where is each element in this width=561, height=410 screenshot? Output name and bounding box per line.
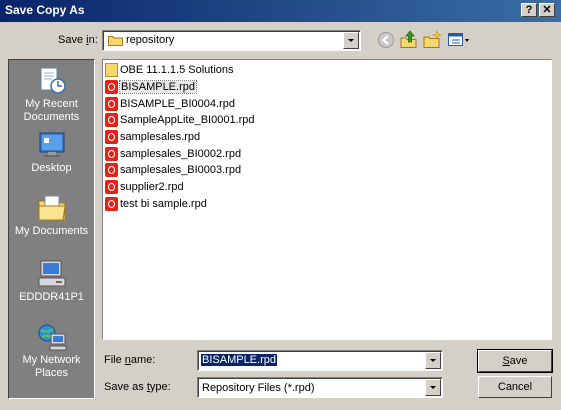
list-item[interactable]: BISAMPLE_BI0004.rpd (105, 96, 235, 112)
list-item[interactable]: OBE 11.1.1.5 Solutions (105, 62, 234, 78)
place-label: My Documents (14, 225, 89, 237)
save-in-value: repository (126, 34, 175, 46)
chevron-down-icon[interactable] (425, 352, 441, 369)
place-computer[interactable]: EDDDR41P1 (9, 259, 94, 304)
rpd-file-icon (105, 147, 118, 162)
folder-icon (105, 63, 118, 78)
rpd-file-icon (105, 97, 118, 112)
save-as-type-dropdown[interactable]: Repository Files (*.rpd) (197, 377, 443, 398)
file-name-value: BISAMPLE.rpd (201, 354, 277, 366)
list-item[interactable]: BISAMPLE.rpd (105, 79, 197, 95)
network-places-icon (36, 322, 68, 352)
place-my-documents[interactable]: My Documents (9, 193, 94, 238)
chevron-down-icon[interactable] (343, 32, 359, 49)
place-label: My Network Places (22, 354, 81, 379)
folder-icon (108, 34, 123, 46)
place-desktop[interactable]: Desktop (9, 130, 94, 175)
computer-icon (36, 259, 68, 289)
rpd-file-icon (105, 197, 118, 212)
save-as-type-label: Save as type: (104, 381, 171, 393)
window-title: Save Copy As (5, 3, 85, 17)
file-list[interactable]: OBE 11.1.1.5 Solutions BISAMPLE.rpd BISA… (102, 59, 552, 340)
save-in-label: Save in: (58, 34, 98, 46)
recent-documents-icon (36, 66, 68, 96)
rpd-file-icon (105, 80, 118, 95)
new-folder-icon[interactable] (423, 30, 442, 49)
places-bar: My Recent Documents Desktop My Documents… (8, 59, 95, 399)
my-documents-icon (36, 193, 68, 223)
save-in-dropdown[interactable]: repository (102, 30, 361, 51)
rpd-file-icon (105, 130, 118, 145)
place-label: Desktop (31, 162, 72, 174)
list-item[interactable]: samplesales.rpd (105, 129, 200, 145)
title-bar: Save Copy As ? ✕ (0, 0, 561, 22)
up-folder-icon[interactable] (400, 30, 418, 49)
save-as-type-value: Repository Files (*.rpd) (202, 382, 315, 394)
help-button[interactable]: ? (521, 3, 537, 17)
rpd-file-icon (105, 163, 118, 178)
place-label: My Recent Documents (23, 98, 80, 123)
file-name-field[interactable]: BISAMPLE.rpd (197, 350, 443, 371)
place-my-recent-documents[interactable]: My Recent Documents (9, 66, 94, 124)
place-my-network-places[interactable]: My Network Places (9, 322, 94, 380)
chevron-down-icon[interactable] (425, 379, 441, 396)
list-item[interactable]: supplier2.rpd (105, 179, 184, 195)
file-name-label: File name: (104, 354, 156, 366)
list-item[interactable]: SampleAppLite_BI0001.rpd (105, 112, 255, 128)
list-item[interactable]: samplesales_BI0002.rpd (105, 146, 241, 162)
place-label: EDDDR41P1 (19, 291, 84, 303)
list-item[interactable]: test bi sample.rpd (105, 196, 207, 212)
cancel-button[interactable]: Cancel (478, 376, 552, 398)
list-item[interactable]: samplesales_BI0003.rpd (105, 162, 241, 178)
back-icon[interactable] (377, 31, 395, 49)
desktop-icon (36, 130, 68, 160)
views-menu-icon[interactable] (447, 31, 471, 49)
rpd-file-icon (105, 113, 118, 128)
close-button[interactable]: ✕ (539, 3, 555, 17)
save-button[interactable]: Save (477, 349, 553, 373)
rpd-file-icon (105, 180, 118, 195)
